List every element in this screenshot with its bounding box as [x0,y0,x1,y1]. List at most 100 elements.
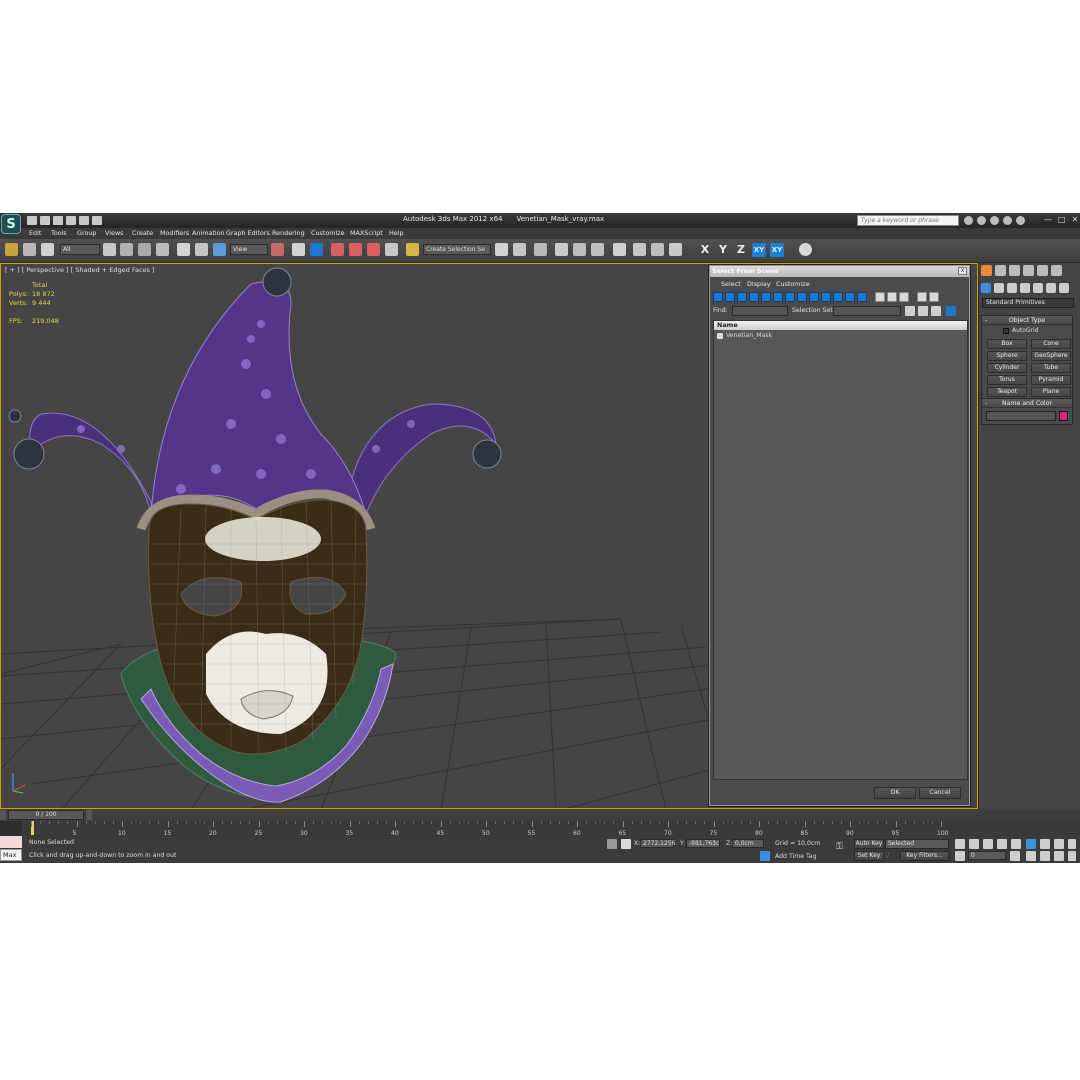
cylinder-button[interactable]: Cylinder [987,363,1027,373]
maximize-icon[interactable]: □ [1058,215,1066,224]
auto-key-button[interactable]: Auto Key [854,839,884,849]
box-button[interactable]: Box [987,339,1027,349]
selection-set-remove-icon[interactable] [918,306,928,316]
find-input[interactable] [732,306,788,316]
pyramid-button[interactable]: Pyramid [1031,375,1071,385]
axis-z-button[interactable]: Z [734,243,748,257]
display-frozen-icon[interactable] [833,292,843,302]
create-tab-icon[interactable] [981,265,992,276]
name-and-color-header[interactable]: - Name and Color [982,399,1072,408]
orbit-icon[interactable] [1054,851,1064,861]
select-object-icon[interactable] [103,243,116,256]
zoom-icon[interactable] [1026,839,1036,849]
plane-button[interactable]: Plane [1031,387,1071,397]
keyboard-shortcut-icon[interactable] [310,243,323,256]
display-geometry-icon[interactable] [713,292,723,302]
minimize-icon[interactable]: — [1044,215,1052,224]
snaps-toggle-icon[interactable] [331,243,344,256]
communication-icon[interactable] [990,216,999,225]
key-icon[interactable]: ⚿ [836,842,843,852]
angle-snap-icon[interactable] [349,243,362,256]
filter-icon[interactable] [917,292,927,302]
shapes-icon[interactable] [994,283,1004,293]
close-icon[interactable]: ✕ [1072,215,1079,224]
mirror-icon[interactable] [495,243,508,256]
object-name-input[interactable] [986,411,1057,421]
select-all-icon[interactable] [875,292,885,302]
new-icon[interactable] [27,216,37,225]
move-icon[interactable] [177,243,190,256]
dialog-title[interactable]: Select From Scene [710,266,969,277]
hold-icon[interactable] [92,216,102,225]
modify-tab-icon[interactable] [995,265,1006,276]
selection-set-dropdown[interactable] [833,306,901,316]
select-none-icon[interactable] [887,292,897,302]
dialog-menu-customize[interactable]: Customize [776,280,810,288]
ok-button[interactable]: OK [874,787,916,799]
list-item[interactable]: Venetian_Mask [714,330,967,339]
goto-start-icon[interactable] [955,839,965,849]
display-bones-icon[interactable] [809,292,819,302]
search-icon[interactable] [964,216,973,225]
timeline-next-icon[interactable] [86,810,92,820]
add-time-tag[interactable]: Add Time Tag [775,853,817,860]
zoom-extents-icon[interactable] [1054,839,1064,849]
hierarchy-tab-icon[interactable] [1009,265,1020,276]
mini-curve-editor-icon[interactable] [0,821,22,836]
set-key-icon[interactable]: ∕ [887,852,889,859]
selection-set-add-icon[interactable] [905,306,915,316]
named-selection-dropdown[interactable]: Create Selection Se [423,244,491,255]
maxscript-listener-mini[interactable] [0,836,22,848]
select-and-link-icon[interactable] [5,243,18,256]
menu-maxscript[interactable]: MAXScript [350,229,383,237]
select-by-name-icon[interactable] [120,243,133,256]
edit-named-selection-icon[interactable] [406,243,419,256]
timeline-prev-icon[interactable] [0,810,6,820]
render-production-icon[interactable] [669,243,682,256]
object-type-header[interactable]: - Object Type [982,316,1072,325]
menu-customize[interactable]: Customize [311,229,345,237]
viewport-label[interactable]: [ + ] [ Perspective ] [ Shaded + Edged F… [5,266,155,274]
autogrid-checkbox[interactable]: AutoGrid [982,327,1072,336]
display-shapes-icon[interactable] [725,292,735,302]
goto-end-icon[interactable] [1011,839,1021,849]
geometry-icon[interactable] [981,283,991,293]
filter-options-icon[interactable] [929,292,939,302]
helpers-icon[interactable] [1033,283,1043,293]
geosphere-button[interactable]: GeoSphere [1031,351,1071,361]
display-xrefs-icon[interactable] [797,292,807,302]
prev-frame-icon[interactable] [969,839,979,849]
display-all-icon[interactable] [857,292,867,302]
menu-tools[interactable]: Tools [51,229,67,237]
favorites-icon[interactable] [1003,216,1012,225]
menu-group[interactable]: Group [77,229,96,237]
undo-icon[interactable] [66,216,76,225]
primitive-category-dropdown[interactable]: Standard Primitives [982,298,1074,308]
select-manipulate-icon[interactable] [292,243,305,256]
bind-space-warp-icon[interactable] [41,243,54,256]
lights-icon[interactable] [1007,283,1017,293]
field-of-view-icon[interactable] [1026,851,1036,861]
menu-rendering[interactable]: Rendering [272,229,305,237]
current-frame-field[interactable]: 0 [968,851,1006,860]
display-helpers-icon[interactable] [761,292,771,302]
save-icon[interactable] [53,216,63,225]
motion-tab-icon[interactable] [1023,265,1034,276]
align-icon[interactable] [513,243,526,256]
space-warps-icon[interactable] [1046,283,1056,293]
time-config-icon[interactable] [1010,851,1020,861]
key-filters-button[interactable]: Key Filters... [900,851,949,861]
selection-filter-dropdown[interactable]: All [60,244,100,255]
display-cameras-icon[interactable] [749,292,759,302]
z-coord-field[interactable]: 0,0cm [732,839,764,848]
cone-button[interactable]: Cone [1031,339,1071,349]
render-setup-icon[interactable] [633,243,646,256]
rectangular-selection-icon[interactable] [138,243,151,256]
window-crossing-icon[interactable] [156,243,169,256]
next-frame-icon[interactable] [997,839,1007,849]
maxscript-input[interactable]: Max [0,849,22,861]
unlink-icon[interactable] [23,243,36,256]
pan-icon[interactable] [1040,851,1050,861]
utilities-tab-icon[interactable] [1051,265,1062,276]
selection-lock-icon[interactable] [607,839,617,849]
